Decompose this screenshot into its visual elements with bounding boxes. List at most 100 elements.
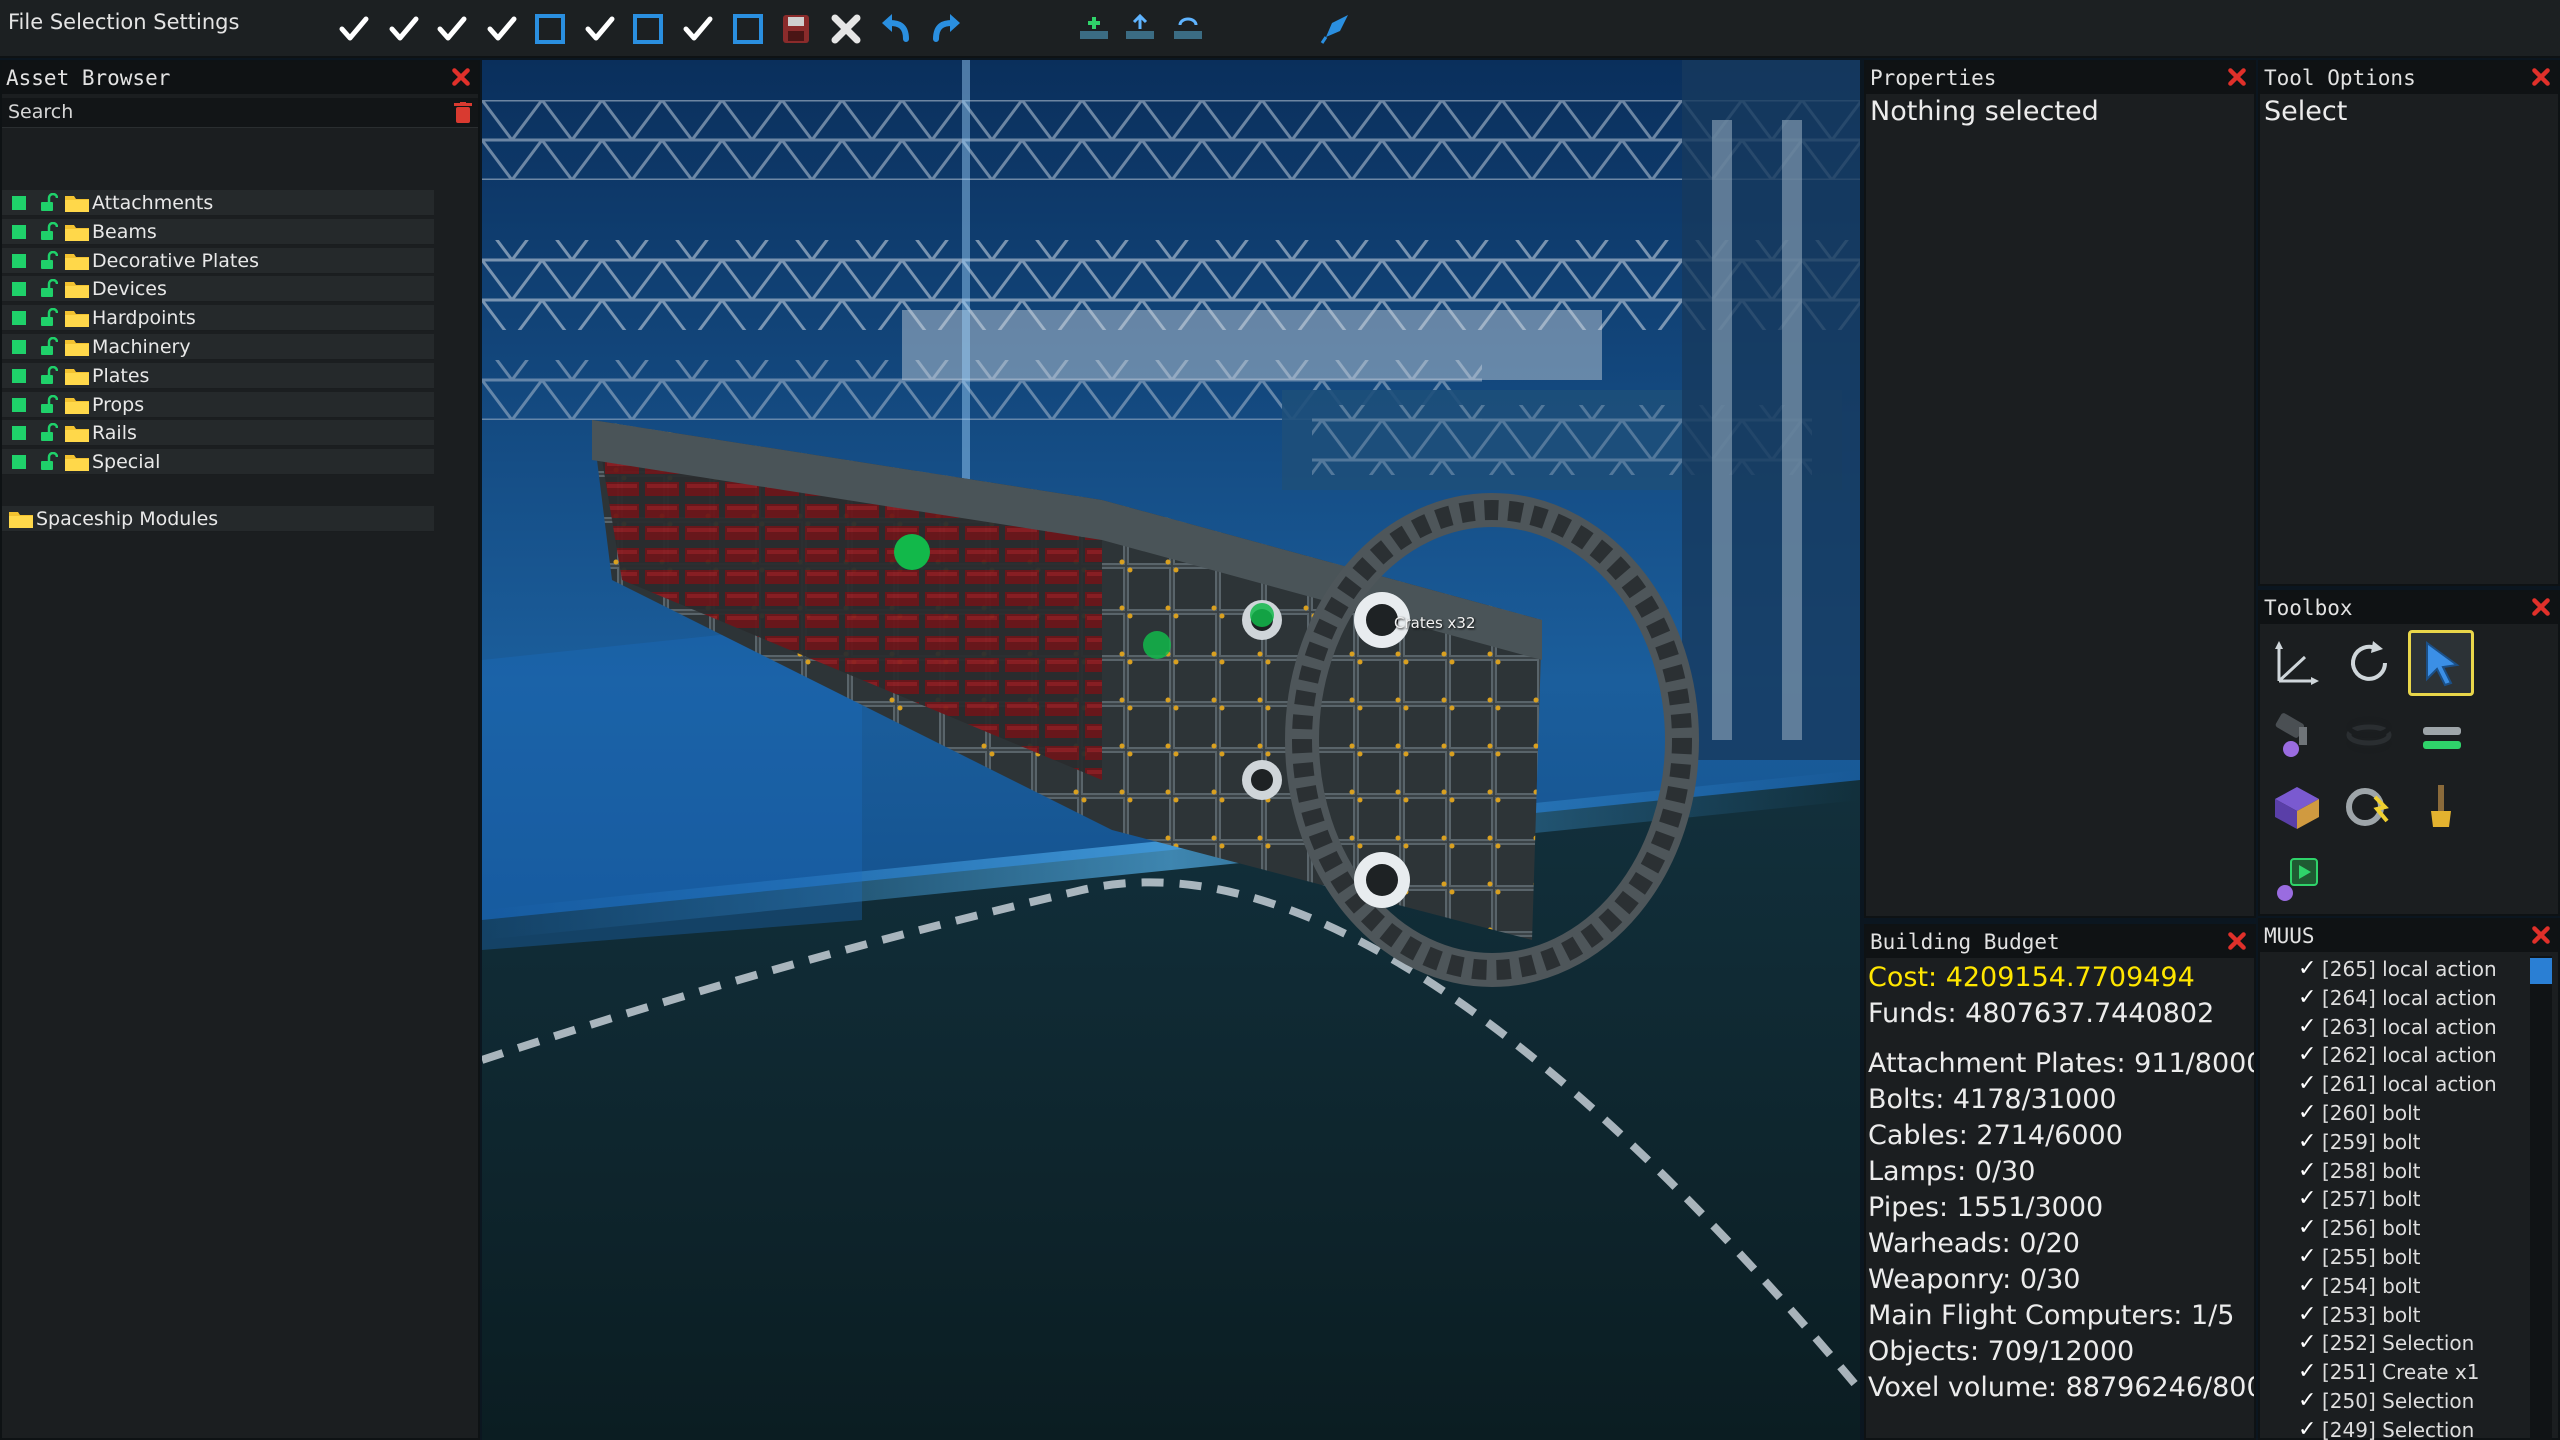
platform-up-icon[interactable] — [1120, 9, 1160, 49]
budget-funds: Funds: 4807637.7440802 — [1868, 998, 2215, 1029]
rotate-icon[interactable] — [2336, 630, 2402, 696]
search-input[interactable]: Search — [2, 98, 478, 128]
launch-ship-icon[interactable] — [1316, 9, 1356, 49]
close-icon[interactable] — [450, 66, 472, 88]
lock-open-icon[interactable] — [38, 250, 59, 271]
muus-entry[interactable]: ✓ [252] Selection — [2260, 1328, 2510, 1356]
folder-icon — [64, 308, 90, 328]
3d-viewport[interactable]: Crates x32 — [482, 60, 1860, 1440]
budget-line: Warheads: 0/20 — [1868, 1228, 2080, 1259]
toggle-check-icon[interactable] — [334, 9, 374, 49]
lock-open-icon[interactable] — [38, 394, 59, 415]
platform-rotate-icon[interactable] — [1168, 9, 1208, 49]
lock-open-icon[interactable] — [38, 423, 59, 443]
toggle-box-icon[interactable] — [628, 9, 668, 49]
muus-entry[interactable]: ✓ [249] Selection — [2260, 1415, 2510, 1440]
main-menu[interactable]: File Selection Settings — [8, 10, 239, 34]
visibility-toggle[interactable] — [12, 311, 26, 326]
visibility-toggle[interactable] — [12, 397, 26, 412]
spaceship-modules-folder[interactable]: Spaceship Modules — [2, 506, 434, 532]
muus-entry-label: [255] bolt — [2322, 1245, 2421, 1269]
close-icon[interactable] — [2530, 596, 2552, 618]
select-cursor-icon[interactable] — [2408, 630, 2474, 696]
asset-browser-panel: Asset Browser Search Attachments Beams Dec… — [0, 60, 480, 1440]
muus-entry[interactable]: ✓ [253] bolt — [2260, 1300, 2510, 1328]
lock-open-icon[interactable] — [38, 307, 59, 328]
asset-category-row[interactable]: Rails — [2, 420, 434, 447]
muus-entry[interactable]: ✓ [262] local action — [2260, 1040, 2510, 1068]
asset-category-row[interactable]: Attachments — [2, 190, 434, 216]
asset-category-row[interactable]: Plates — [2, 362, 434, 389]
check-icon: ✓ — [2298, 1128, 2317, 1154]
visibility-toggle[interactable] — [12, 340, 26, 354]
toggle-check-icon[interactable] — [580, 9, 620, 49]
visibility-toggle[interactable] — [12, 455, 26, 470]
muus-entry[interactable]: ✓ [263] local action — [2260, 1012, 2510, 1040]
budget-line: Pipes: 1551/3000 — [1868, 1192, 2104, 1223]
muus-entry[interactable]: ✓ [264] local action — [2260, 983, 2510, 1011]
muus-entry[interactable]: ✓ [255] bolt — [2260, 1242, 2510, 1270]
save-icon[interactable] — [776, 9, 816, 49]
lock-open-icon[interactable] — [38, 365, 59, 386]
muus-entry-label: [263] local action — [2322, 1014, 2497, 1039]
lock-open-icon[interactable] — [38, 336, 59, 357]
visibility-toggle[interactable] — [12, 426, 26, 441]
asset-category-row[interactable]: Machinery — [2, 334, 434, 360]
lock-open-icon[interactable] — [38, 279, 59, 299]
platform-add-icon[interactable] — [1074, 9, 1114, 49]
muus-entry-label: [254] bolt — [2322, 1273, 2421, 1298]
muus-entry[interactable]: ✓ [265] local action — [2260, 954, 2510, 982]
muus-entry[interactable]: ✓ [261] local action — [2260, 1069, 2510, 1097]
close-icon[interactable] — [2226, 66, 2248, 88]
trash-icon[interactable] — [454, 102, 472, 124]
power-connector-icon[interactable] — [2336, 774, 2402, 840]
folder-icon — [64, 222, 90, 242]
toggle-box-icon[interactable] — [530, 9, 570, 49]
muus-entry[interactable]: ✓ [259] bolt — [2260, 1127, 2510, 1155]
muus-entry[interactable]: ✓ [256] bolt — [2260, 1213, 2510, 1241]
lock-open-icon[interactable] — [38, 221, 59, 242]
asset-category-row[interactable]: Hardpoints — [2, 305, 434, 332]
wrench-icon[interactable] — [2408, 702, 2474, 768]
cable-coil-icon[interactable] — [2336, 702, 2402, 768]
muus-entry[interactable]: ✓ [260] bolt — [2260, 1098, 2510, 1126]
close-icon[interactable] — [2530, 66, 2552, 88]
delete-icon[interactable] — [826, 9, 866, 49]
asset-category-row[interactable]: Props — [2, 391, 434, 418]
paint-brush-icon[interactable] — [2408, 774, 2474, 840]
asset-category-row[interactable]: Special — [2, 449, 434, 476]
visibility-toggle[interactable] — [12, 282, 26, 297]
muus-entry[interactable]: ✓ [258] bolt — [2260, 1156, 2510, 1184]
close-icon[interactable] — [2226, 930, 2248, 952]
close-icon[interactable] — [2530, 924, 2552, 946]
visibility-toggle[interactable] — [12, 224, 26, 239]
visibility-toggle[interactable] — [12, 368, 26, 383]
undo-icon[interactable] — [876, 9, 916, 49]
toggle-check-icon[interactable] — [432, 9, 472, 49]
toggle-check-icon[interactable] — [482, 9, 522, 49]
toggle-box-icon[interactable] — [728, 9, 768, 49]
muus-entry[interactable]: ✓ [257] bolt — [2260, 1184, 2510, 1212]
toggle-check-icon[interactable] — [678, 9, 718, 49]
visibility-toggle[interactable] — [12, 253, 26, 268]
muus-entry[interactable]: ✓ [250] Selection — [2260, 1386, 2510, 1414]
category-label: Machinery — [92, 336, 191, 358]
budget-cost: Cost: 4209154.7709494 — [1868, 962, 2195, 993]
bolt-gun-icon[interactable] — [2264, 702, 2330, 768]
check-icon: ✓ — [2298, 984, 2317, 1010]
scrollbar-thumb[interactable] — [2530, 958, 2552, 984]
muus-entry[interactable]: ✓ [251] Create x1 — [2260, 1357, 2510, 1385]
muus-entry[interactable]: ✓ [254] bolt — [2260, 1271, 2510, 1299]
asset-category-row[interactable]: Devices — [2, 276, 434, 303]
visibility-toggle[interactable] — [12, 196, 26, 210]
lock-open-icon[interactable] — [38, 192, 59, 213]
redo-icon[interactable] — [926, 9, 966, 49]
lock-open-icon[interactable] — [38, 451, 59, 472]
play-test-icon[interactable] — [2264, 846, 2330, 912]
muus-scrollbar[interactable] — [2530, 956, 2552, 1440]
asset-category-row[interactable]: Beams — [2, 218, 434, 245]
move-axis-icon[interactable] — [2264, 630, 2330, 696]
toggle-check-icon[interactable] — [384, 9, 424, 49]
voxel-grid-icon[interactable] — [2264, 774, 2330, 840]
asset-category-row[interactable]: Decorative Plates — [2, 247, 434, 274]
